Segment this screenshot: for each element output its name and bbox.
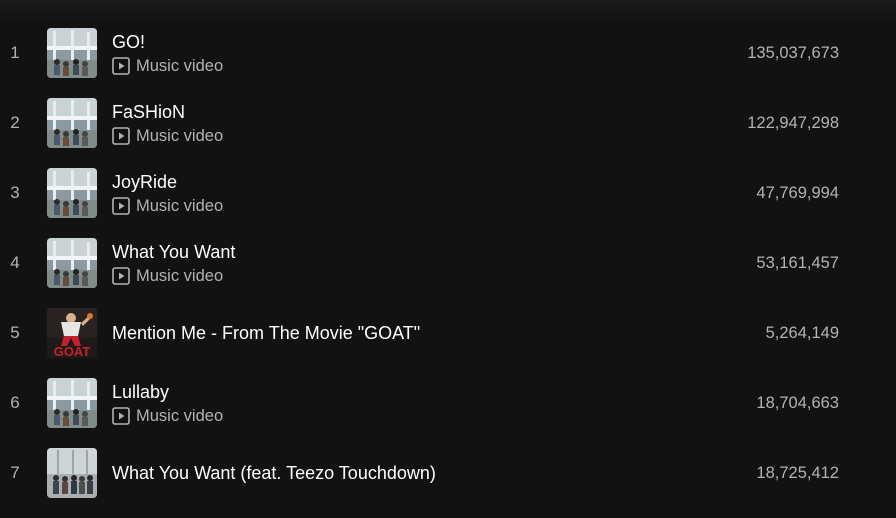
track-number: 4 (10, 253, 20, 272)
track-row[interactable]: 1 GO! Music video 135,037,673 (0, 18, 896, 88)
track-number: 2 (10, 113, 20, 132)
play-video-icon (112, 196, 130, 215)
track-title[interactable]: FaSHioN (112, 101, 223, 123)
play-count: 18,725,412 (756, 463, 839, 482)
track-subtitle: Music video (136, 56, 224, 75)
track-row[interactable]: 4 What You Want Music video 53,161,457 (0, 228, 896, 298)
music-video-label: Music video (112, 196, 223, 216)
music-video-label: Music video (112, 56, 223, 76)
track-row[interactable]: 6 Lullaby Music video 18,704,663 (0, 368, 896, 438)
track-title[interactable]: JoyRide (112, 171, 223, 193)
play-count: 18,704,663 (756, 393, 839, 412)
track-info: JoyRide Music video (112, 171, 223, 216)
track-title[interactable]: Lullaby (112, 381, 223, 403)
track-info: FaSHioN Music video (112, 101, 223, 146)
track-subtitle: Music video (136, 406, 224, 425)
play-count: 53,161,457 (756, 253, 839, 272)
album-art (47, 378, 97, 428)
track-number: 7 (10, 463, 20, 482)
album-art (47, 98, 97, 148)
play-count: 5,264,149 (765, 323, 839, 342)
play-count: 47,769,994 (756, 183, 839, 202)
popular-tracks-list: 1 GO! Music video 135,037,673 2 FaSHioN … (0, 18, 896, 508)
track-info: Lullaby Music video (112, 381, 223, 426)
play-video-icon (112, 56, 130, 75)
music-video-label: Music video (112, 126, 223, 146)
album-art: GOAT (47, 308, 97, 358)
play-count: 135,037,673 (747, 43, 839, 62)
track-info: What You Want Music video (112, 241, 235, 286)
music-video-label: Music video (112, 266, 235, 286)
album-art (47, 238, 97, 288)
svg-text:GOAT: GOAT (54, 344, 91, 358)
track-number: 1 (10, 43, 20, 62)
track-title[interactable]: What You Want (112, 241, 235, 263)
track-number: 6 (10, 393, 20, 412)
track-title[interactable]: GO! (112, 31, 223, 53)
album-art (47, 28, 97, 78)
track-info: Mention Me - From The Movie "GOAT" (112, 322, 420, 344)
album-art (47, 448, 97, 498)
album-art (47, 168, 97, 218)
track-subtitle: Music video (136, 196, 224, 215)
track-title[interactable]: What You Want (feat. Teezo Touchdown) (112, 462, 436, 484)
track-row[interactable]: 7 What You Want (feat. Teezo Touchdown) … (0, 438, 896, 508)
track-title[interactable]: Mention Me - From The Movie "GOAT" (112, 322, 420, 344)
music-video-label: Music video (112, 406, 223, 426)
track-number: 5 (10, 323, 20, 342)
track-info: GO! Music video (112, 31, 223, 76)
play-count: 122,947,298 (747, 113, 839, 132)
track-row[interactable]: 2 FaSHioN Music video 122,947,298 (0, 88, 896, 158)
play-video-icon (112, 126, 130, 145)
track-subtitle: Music video (136, 266, 224, 285)
track-row[interactable]: 5 GOAT Mention Me - From The Movie "GOAT… (0, 298, 896, 368)
track-number: 3 (10, 183, 20, 202)
track-row[interactable]: 3 JoyRide Music video 47,769,994 (0, 158, 896, 228)
track-subtitle: Music video (136, 126, 224, 145)
play-video-icon (112, 406, 130, 425)
play-video-icon (112, 266, 130, 285)
track-info: What You Want (feat. Teezo Touchdown) (112, 462, 436, 484)
